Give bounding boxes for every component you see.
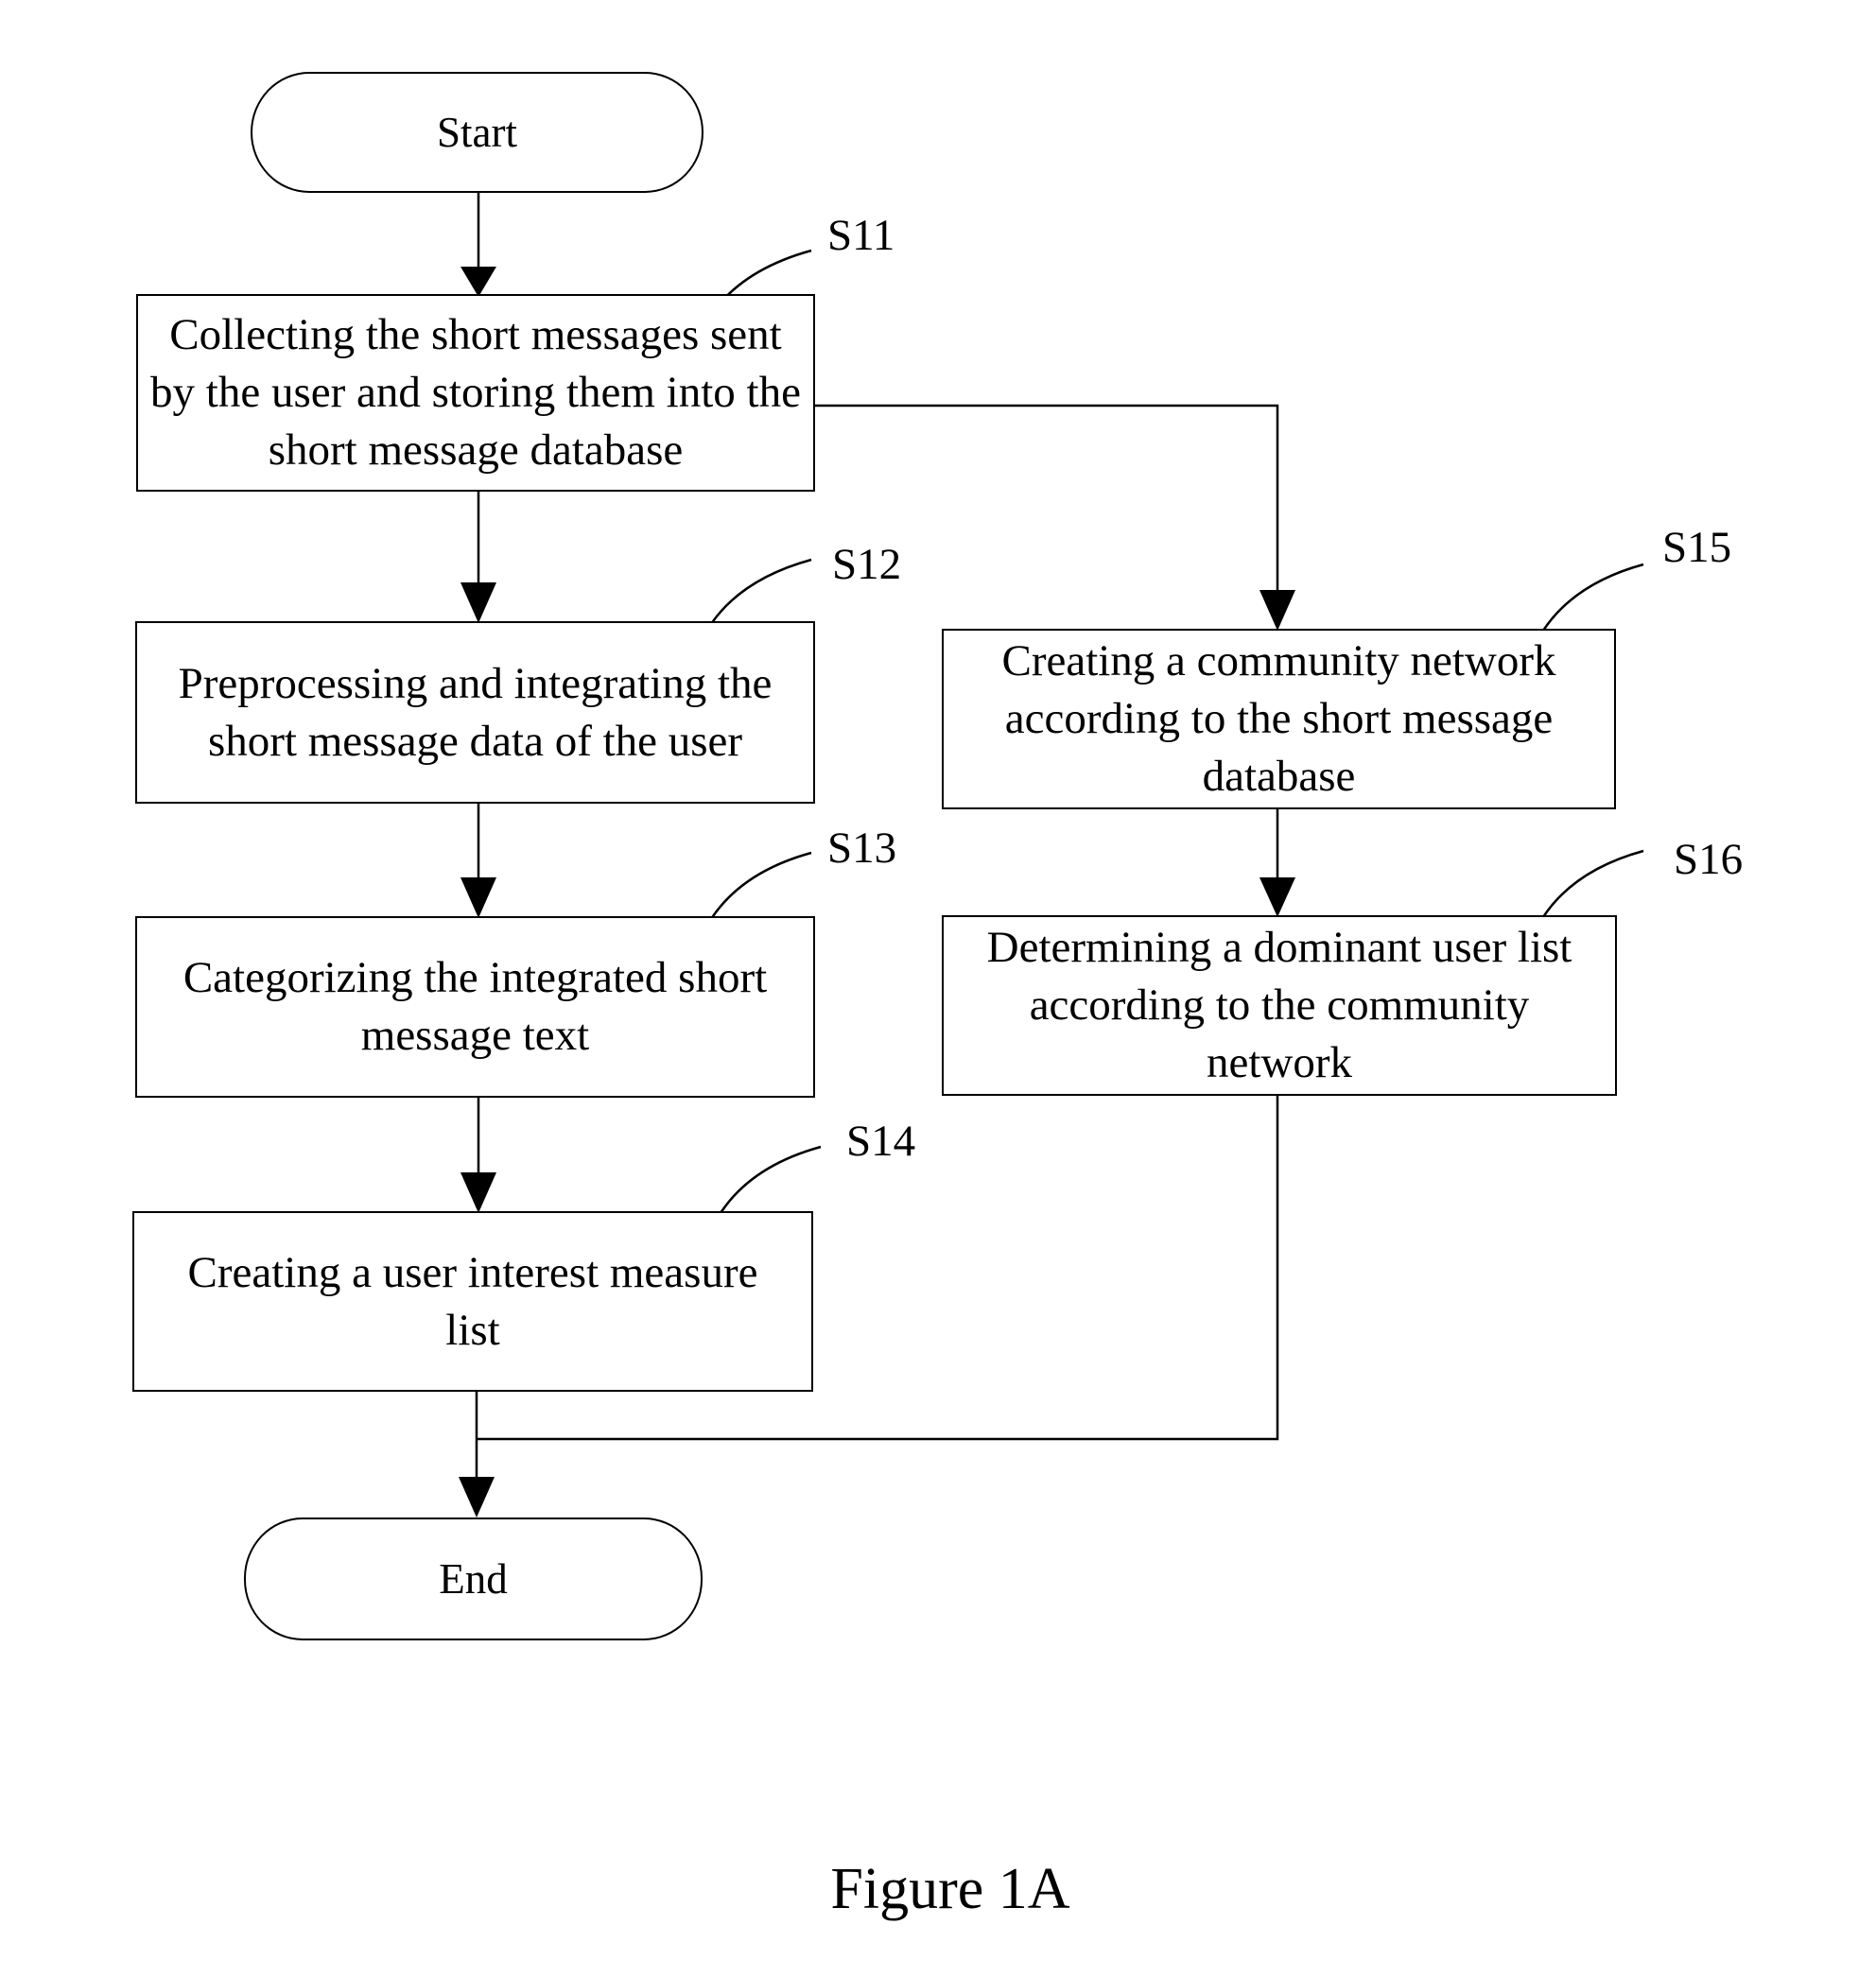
arrowhead-s12	[460, 582, 496, 623]
step-s11-text: Collecting the short messages sent by th…	[150, 310, 801, 475]
leader-s14	[719, 1145, 822, 1214]
arrowhead-end	[459, 1477, 495, 1517]
end-label: End	[439, 1554, 508, 1603]
leader-s16	[1541, 849, 1644, 918]
start-label: Start	[437, 108, 517, 156]
leader-s13	[709, 851, 812, 920]
step-s12-label: S12	[832, 540, 902, 589]
arrowhead-s13	[460, 877, 496, 918]
step-s13-box: Categorizing the integrated short messag…	[135, 916, 815, 1098]
start-terminal: Start	[251, 72, 704, 193]
step-s15-label: S15	[1662, 523, 1732, 572]
arrowhead-s15	[1259, 590, 1295, 631]
step-s13-text: Categorizing the integrated short messag…	[182, 953, 768, 1060]
end-terminal: End	[244, 1517, 703, 1640]
step-s16-label: S16	[1674, 835, 1744, 884]
step-s11-label: S11	[827, 211, 895, 260]
leader-s12	[709, 558, 812, 625]
step-s16-box: Determining a dominant user list accordi…	[942, 915, 1617, 1096]
step-s12-text: Preprocessing and integrating the short …	[178, 658, 773, 766]
arrowhead-s14	[460, 1172, 496, 1213]
step-s12-box: Preprocessing and integrating the short …	[135, 621, 815, 804]
arrowhead-s11	[460, 267, 496, 297]
arrowhead-s16	[1259, 877, 1295, 917]
step-s11-box: Collecting the short messages sent by th…	[136, 294, 815, 492]
step-s14-label: S14	[846, 1117, 916, 1166]
step-s15-box: Creating a community network according t…	[942, 629, 1616, 809]
leader-s15	[1541, 563, 1644, 632]
step-s15-text: Creating a community network according t…	[1001, 636, 1556, 801]
step-s14-text: Creating a user interest measure list	[187, 1247, 758, 1355]
step-s13-label: S13	[827, 824, 897, 873]
step-s16-text: Determining a dominant user list accordi…	[986, 923, 1572, 1087]
step-s14-box: Creating a user interest measure list	[132, 1211, 813, 1392]
figure-caption: Figure 1A	[830, 1857, 1070, 1921]
